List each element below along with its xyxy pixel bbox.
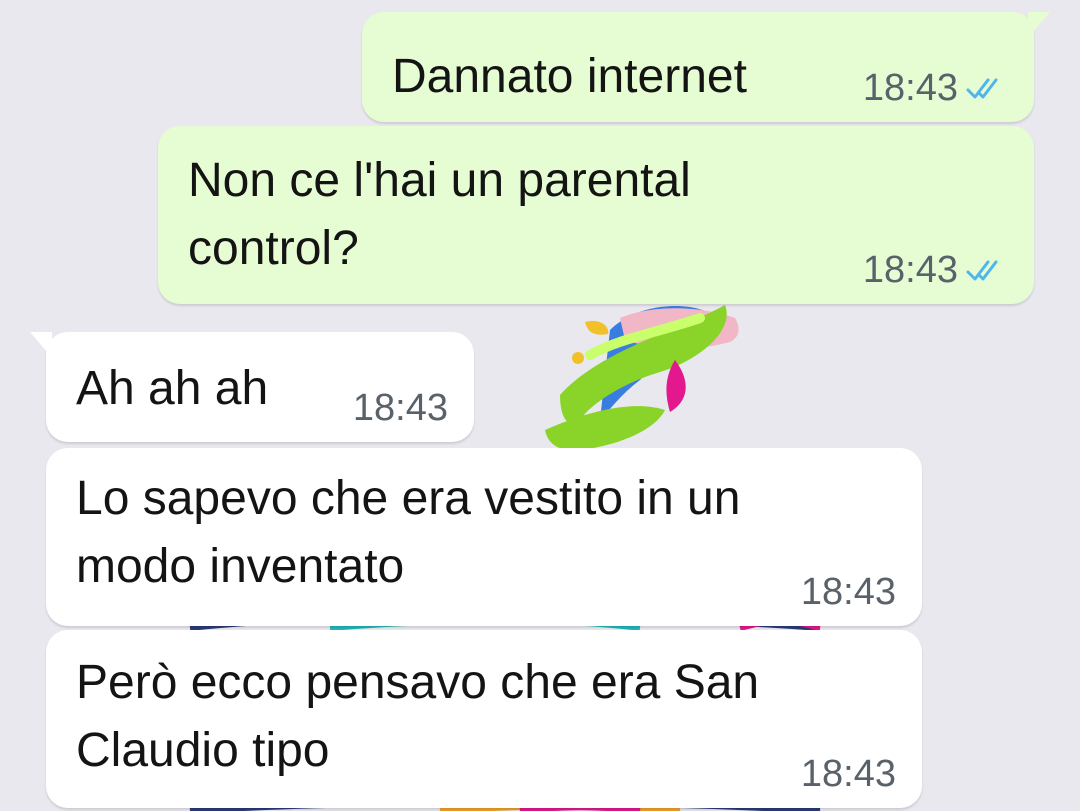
bubble-tail (30, 332, 52, 358)
message-text-line: Claudio tipo (76, 724, 330, 777)
message-time: 18:43 (800, 571, 896, 613)
double-check-icon (966, 260, 998, 281)
message-text-line: Lo sapevo che era vestito in un (76, 472, 741, 525)
message-text-line: control? (188, 222, 359, 275)
bubble-tail (1028, 12, 1050, 38)
message-meta: 18:43 (353, 388, 448, 428)
message-incoming[interactable]: Lo sapevo che era vestito in un modo inv… (46, 448, 922, 626)
message-text-line: Però ecco pensavo che era San (76, 656, 760, 709)
message-outgoing[interactable]: Non ce l'hai un parental control? 18:43 (158, 126, 1034, 304)
message-text: Dannato internet (392, 50, 747, 103)
message-meta: 18:43 (801, 754, 896, 794)
message-incoming[interactable]: Ah ah ah 18:43 (30, 332, 474, 442)
message-text: Ah ah ah (76, 362, 269, 415)
chat-conversation: Dannato internet 18:43 Non ce l'hai un p… (0, 0, 1080, 811)
message-text-line: modo inventato (76, 540, 405, 593)
message-text-line: Non ce l'hai un parental (188, 154, 691, 207)
message-time: 18:43 (862, 67, 958, 109)
message-time: 18:43 (800, 753, 896, 795)
message-meta: 18:43 (863, 250, 1008, 290)
message-time: 18:43 (352, 387, 448, 429)
message-meta: 18:43 (801, 572, 896, 612)
double-check-icon (966, 78, 998, 99)
message-meta: 18:43 (863, 68, 1008, 108)
message-time: 18:43 (862, 249, 958, 291)
message-incoming[interactable]: Però ecco pensavo che era San Claudio ti… (46, 630, 922, 808)
message-outgoing[interactable]: Dannato internet 18:43 (362, 12, 1050, 122)
